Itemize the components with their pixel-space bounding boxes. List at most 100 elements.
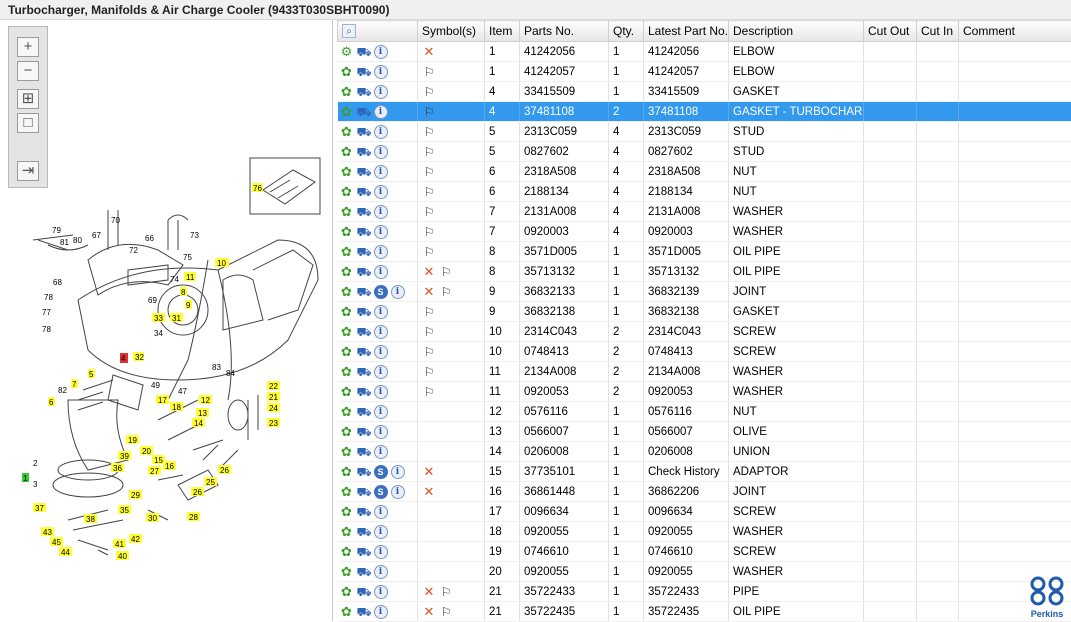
- info-icon[interactable]: i: [374, 245, 388, 259]
- table-row[interactable]: ✿⛟i⚐52313C05942313C059STUD: [338, 122, 1071, 142]
- double-gear-icon[interactable]: ⚙: [340, 45, 354, 59]
- exploded-parts-diagram[interactable]: 76 79818067 70726673 75746878 77786934 1…: [8, 150, 330, 620]
- gear-icon[interactable]: ✿: [340, 105, 354, 119]
- shopping-cart-icon[interactable]: ⛟: [357, 245, 371, 259]
- gear-icon[interactable]: ✿: [340, 585, 354, 599]
- supersession-icon[interactable]: S: [374, 485, 388, 499]
- table-row[interactable]: ✿⛟Si✕1636861448136862206JOINT: [338, 482, 1071, 502]
- note-bubble-icon[interactable]: ⚐: [422, 225, 436, 239]
- info-icon[interactable]: i: [374, 585, 388, 599]
- info-icon[interactable]: i: [374, 85, 388, 99]
- info-icon[interactable]: i: [374, 205, 388, 219]
- info-icon[interactable]: i: [374, 225, 388, 239]
- note-bubble-icon[interactable]: ⚐: [422, 65, 436, 79]
- info-icon[interactable]: i: [374, 405, 388, 419]
- gear-icon[interactable]: ✿: [340, 505, 354, 519]
- info-icon[interactable]: i: [374, 45, 388, 59]
- gear-icon[interactable]: ✿: [340, 245, 354, 259]
- gear-icon[interactable]: ✿: [340, 565, 354, 579]
- note-bubble-icon[interactable]: ⚐: [439, 285, 453, 299]
- table-row[interactable]: ✿⛟i⚐83571D00513571D005OIL PIPE: [338, 242, 1071, 262]
- info-icon[interactable]: i: [374, 105, 388, 119]
- zoom-in-button[interactable]: +: [17, 37, 39, 57]
- info-icon[interactable]: i: [391, 485, 405, 499]
- supersession-icon[interactable]: S: [374, 285, 388, 299]
- gear-icon[interactable]: ✿: [340, 445, 354, 459]
- shopping-cart-icon[interactable]: ⛟: [357, 365, 371, 379]
- info-icon[interactable]: i: [374, 385, 388, 399]
- table-row[interactable]: ✿⛟i12057611610576116NUT: [338, 402, 1071, 422]
- note-bubble-icon[interactable]: ⚐: [439, 265, 453, 279]
- info-icon[interactable]: i: [391, 465, 405, 479]
- table-row[interactable]: ✿⛟i19074661010746610SCREW: [338, 542, 1071, 562]
- shopping-cart-icon[interactable]: ⛟: [357, 125, 371, 139]
- note-bubble-icon[interactable]: ⚐: [422, 365, 436, 379]
- col-item[interactable]: Item: [485, 21, 520, 42]
- fit-view-button[interactable]: ⊞: [17, 89, 39, 109]
- shopping-cart-icon[interactable]: ⛟: [357, 85, 371, 99]
- col-actions[interactable]: ⌕: [338, 21, 418, 42]
- note-bubble-icon[interactable]: ⚐: [422, 325, 436, 339]
- shopping-cart-icon[interactable]: ⛟: [357, 405, 371, 419]
- info-icon[interactable]: i: [374, 165, 388, 179]
- note-bubble-icon[interactable]: ⚐: [422, 125, 436, 139]
- info-icon[interactable]: i: [374, 145, 388, 159]
- gear-icon[interactable]: ✿: [340, 385, 354, 399]
- table-row[interactable]: ✿⛟i20092005510920055WASHER: [338, 562, 1071, 582]
- col-cut-in[interactable]: Cut In: [917, 21, 959, 42]
- search-icon[interactable]: ⌕: [342, 24, 356, 38]
- shopping-cart-icon[interactable]: ⛟: [357, 385, 371, 399]
- table-row[interactable]: ✿⛟i17009663410096634SCREW: [338, 502, 1071, 522]
- col-symbols[interactable]: Symbol(s): [418, 21, 485, 42]
- col-comment[interactable]: Comment: [959, 21, 1071, 42]
- shopping-cart-icon[interactable]: ⛟: [357, 605, 371, 619]
- col-qty[interactable]: Qty.: [609, 21, 644, 42]
- gear-icon[interactable]: ✿: [340, 425, 354, 439]
- table-row[interactable]: ✿⛟i⚐10074841320748413SCREW: [338, 342, 1071, 362]
- table-row[interactable]: ⚙⛟i✕141242056141242056ELBOW: [338, 42, 1071, 62]
- shopping-cart-icon[interactable]: ⛟: [357, 105, 371, 119]
- table-row[interactable]: ✿⛟i14020600810206008UNION: [338, 442, 1071, 462]
- shopping-cart-icon[interactable]: ⛟: [357, 45, 371, 59]
- col-cut-out[interactable]: Cut Out: [864, 21, 917, 42]
- note-bubble-icon[interactable]: ⚐: [422, 85, 436, 99]
- table-row[interactable]: ✿⛟i⚐936832138136832138GASKET: [338, 302, 1071, 322]
- info-icon[interactable]: i: [391, 285, 405, 299]
- table-row[interactable]: ✿⛟i⚐7092000340920003WASHER: [338, 222, 1071, 242]
- table-row[interactable]: ✿⛟Si✕⚐936832133136832139JOINT: [338, 282, 1071, 302]
- table-row[interactable]: ✿⛟i⚐433415509133415509GASKET: [338, 82, 1071, 102]
- table-row[interactable]: ✿⛟i⚐102314C04322314C043SCREW: [338, 322, 1071, 342]
- shopping-cart-icon[interactable]: ⛟: [357, 285, 371, 299]
- shopping-cart-icon[interactable]: ⛟: [357, 265, 371, 279]
- info-icon[interactable]: i: [374, 525, 388, 539]
- table-row[interactable]: ✿⛟i⚐437481108237481108GASKET - TURBOCHAR…: [338, 102, 1071, 122]
- note-bubble-icon[interactable]: ⚐: [422, 385, 436, 399]
- info-icon[interactable]: i: [374, 365, 388, 379]
- gear-icon[interactable]: ✿: [340, 345, 354, 359]
- gear-icon[interactable]: ✿: [340, 265, 354, 279]
- shopping-cart-icon[interactable]: ⛟: [357, 465, 371, 479]
- col-parts-no[interactable]: Parts No.: [520, 21, 609, 42]
- gear-icon[interactable]: ✿: [340, 465, 354, 479]
- info-icon[interactable]: i: [374, 345, 388, 359]
- table-row[interactable]: ✿⛟i⚐5082760240827602STUD: [338, 142, 1071, 162]
- note-bubble-icon[interactable]: ⚐: [422, 165, 436, 179]
- gear-icon[interactable]: ✿: [340, 405, 354, 419]
- shopping-cart-icon[interactable]: ⛟: [357, 305, 371, 319]
- note-bubble-icon[interactable]: ⚐: [439, 585, 453, 599]
- gear-icon[interactable]: ✿: [340, 125, 354, 139]
- info-icon[interactable]: i: [374, 305, 388, 319]
- gear-icon[interactable]: ✿: [340, 85, 354, 99]
- gear-icon[interactable]: ✿: [340, 185, 354, 199]
- table-row[interactable]: ✿⛟i⚐141242057141242057ELBOW: [338, 62, 1071, 82]
- gear-icon[interactable]: ✿: [340, 165, 354, 179]
- info-icon[interactable]: i: [374, 545, 388, 559]
- info-icon[interactable]: i: [374, 325, 388, 339]
- table-row[interactable]: ✿⛟i✕⚐2135722435135722435OIL PIPE: [338, 602, 1071, 622]
- gear-icon[interactable]: ✿: [340, 305, 354, 319]
- table-row[interactable]: ✿⛟i⚐11092005320920053WASHER: [338, 382, 1071, 402]
- shopping-cart-icon[interactable]: ⛟: [357, 65, 371, 79]
- note-bubble-icon[interactable]: ⚐: [439, 605, 453, 619]
- shopping-cart-icon[interactable]: ⛟: [357, 485, 371, 499]
- note-bubble-icon[interactable]: ⚐: [422, 185, 436, 199]
